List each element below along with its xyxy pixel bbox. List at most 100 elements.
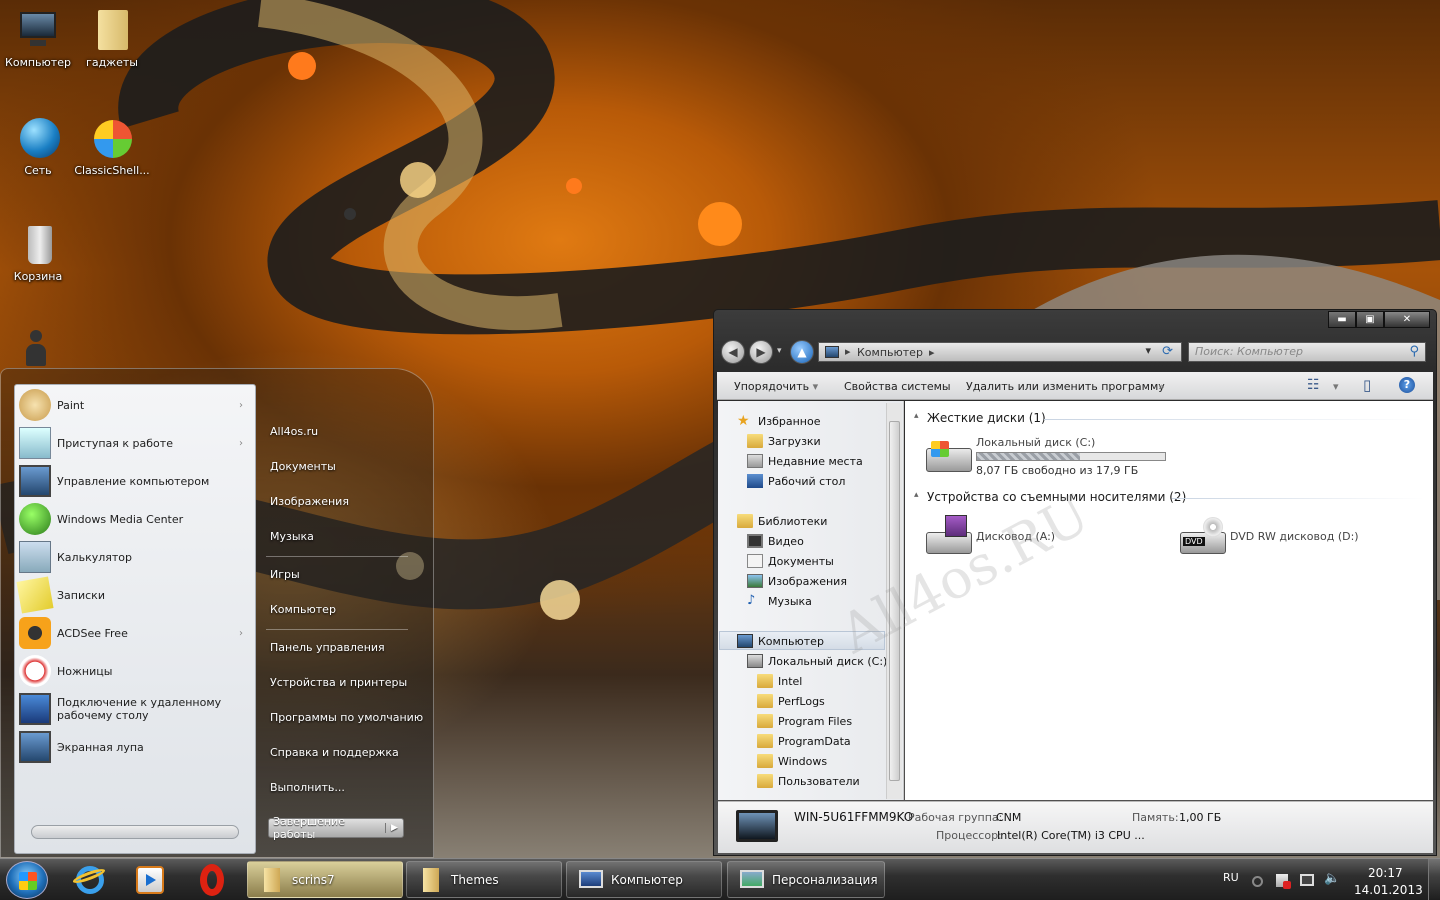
place-run[interactable]: Выполнить...: [270, 781, 345, 794]
place-games[interactable]: Игры: [270, 568, 300, 581]
place-devices-printers[interactable]: Устройства и принтеры: [270, 676, 407, 689]
taskbar-button-scrins7[interactable]: scrins7: [247, 861, 403, 898]
help-icon[interactable]: ?: [1399, 377, 1415, 393]
place-music[interactable]: Музыка: [270, 530, 314, 543]
search-input[interactable]: Поиск: Компьютер ⚲: [1188, 342, 1426, 362]
shutdown-button[interactable]: Завершение работы ▶: [268, 815, 404, 841]
place-documents[interactable]: Документы: [270, 460, 336, 473]
preview-pane-icon[interactable]: ▯: [1363, 376, 1371, 394]
nav-folder-users[interactable]: Пользователи: [757, 774, 860, 788]
shutdown-options-arrow-icon[interactable]: ▶: [385, 823, 403, 833]
volume-icon[interactable]: 🔈: [1324, 871, 1340, 886]
nav-label: Музыка: [768, 594, 812, 608]
forward-button[interactable]: ▶: [749, 340, 773, 364]
place-help-support[interactable]: Справка и поддержка: [270, 746, 399, 759]
nav-documents[interactable]: Документы: [747, 554, 834, 568]
acdsee-icon: [19, 617, 51, 649]
drive-c[interactable]: Локальный диск (C:) 8,07 ГБ свободно из …: [922, 436, 1182, 480]
refresh-icon[interactable]: ⟳: [1162, 344, 1173, 359]
breadcrumb-separator-icon[interactable]: ▸: [929, 346, 935, 359]
place-default-programs[interactable]: Программы по умолчанию: [270, 711, 423, 724]
place-control-panel[interactable]: Панель управления: [270, 641, 385, 654]
nav-libraries[interactable]: Библиотеки: [737, 514, 827, 528]
nav-folder-windows[interactable]: Windows: [757, 754, 827, 768]
pictures-library-icon: [747, 574, 763, 588]
clock-date[interactable]: 14.01.2013: [1354, 883, 1423, 897]
desktop-icon-classicshell[interactable]: ClassicShell...: [74, 116, 150, 177]
nav-pictures[interactable]: Изображения: [747, 574, 847, 588]
taskbar-button-personalization[interactable]: Персонализация: [727, 861, 885, 898]
nav-desktop[interactable]: Рабочий стол: [747, 474, 845, 488]
back-button[interactable]: ◀: [721, 340, 745, 364]
dvd-drive-icon: DVD: [1180, 517, 1226, 554]
up-button[interactable]: ▲: [790, 340, 814, 364]
minimize-button[interactable]: ▬: [1328, 311, 1356, 328]
drive-icon: [747, 654, 763, 668]
language-indicator[interactable]: RU: [1223, 871, 1239, 884]
nav-folder-intel[interactable]: Intel: [757, 674, 802, 688]
program-label: Подключение к удаленному рабочему столу: [57, 696, 222, 722]
program-magnifier[interactable]: Экранная лупа: [19, 729, 251, 765]
views-icon[interactable]: ☷: [1307, 377, 1320, 393]
maximize-button[interactable]: ▣: [1356, 311, 1384, 328]
views-dropdown-icon[interactable]: ▾: [1333, 380, 1339, 393]
nav-folder-perflogs[interactable]: PerfLogs: [757, 694, 825, 708]
place-pictures[interactable]: Изображения: [270, 495, 349, 508]
close-button[interactable]: ✕: [1384, 311, 1430, 328]
more-commands-button[interactable]: »: [1158, 380, 1165, 393]
search-icon[interactable]: ⚲: [1409, 343, 1419, 361]
desktop-icon-network[interactable]: Сеть: [0, 116, 76, 177]
nav-downloads[interactable]: Загрузки: [747, 434, 821, 448]
action-center-icon[interactable]: [1252, 876, 1263, 887]
clock-time[interactable]: 20:17: [1368, 866, 1403, 880]
memory-label: Память:: [1132, 811, 1179, 824]
nav-folder-programdata[interactable]: ProgramData: [757, 734, 851, 748]
folder-icon: [757, 774, 773, 788]
programs-scrollbar[interactable]: [31, 825, 239, 839]
network-icon[interactable]: [1300, 874, 1314, 886]
place-computer[interactable]: Компьютер: [270, 603, 336, 616]
program-computer-management[interactable]: Управление компьютером: [19, 463, 251, 499]
flag-icon[interactable]: [1276, 874, 1291, 889]
program-remote-desktop[interactable]: Подключение к удаленному рабочему столу: [19, 691, 251, 727]
breadcrumb-computer[interactable]: Компьютер: [857, 346, 923, 359]
uninstall-program-button[interactable]: Удалить или изменить программу: [966, 380, 1165, 393]
program-acdsee[interactable]: ACDSee Free ›: [19, 615, 251, 651]
desktop-icon-computer[interactable]: Компьютер: [0, 8, 76, 69]
program-calculator[interactable]: Калькулятор: [19, 539, 251, 575]
program-sticky-notes[interactable]: Записки: [16, 576, 251, 614]
drive-d[interactable]: DVD DVD RW дисковод (D:): [1176, 514, 1376, 560]
program-getting-started[interactable]: Приступая к работе ›: [19, 425, 251, 461]
nav-label: ProgramData: [778, 734, 851, 748]
taskbar-button-computer[interactable]: Компьютер: [566, 861, 722, 898]
start-button[interactable]: [6, 861, 48, 899]
place-all4os[interactable]: All4os.ru: [270, 425, 318, 438]
nav-label: Видео: [768, 534, 804, 548]
opera-icon[interactable]: [194, 862, 228, 896]
nav-computer[interactable]: Компьютер: [737, 634, 824, 648]
nav-label: Windows: [778, 754, 828, 768]
nav-recent-places[interactable]: Недавние места: [747, 454, 863, 468]
nav-videos[interactable]: Видео: [747, 534, 804, 548]
taskbar-button-themes[interactable]: Themes: [406, 861, 562, 898]
address-bar[interactable]: ▸ Компьютер ▸ ▾ ⟳: [818, 342, 1182, 362]
program-media-center[interactable]: Windows Media Center: [19, 501, 251, 537]
address-dropdown-icon[interactable]: ▾: [1145, 344, 1151, 357]
nav-favorites[interactable]: ★ Избранное: [737, 414, 820, 428]
computer-name: WIN-5U61FFMM9KO: [794, 810, 914, 824]
windows-media-center-icon: [19, 503, 51, 535]
media-player-icon[interactable]: [132, 862, 166, 896]
internet-explorer-icon[interactable]: [71, 862, 107, 896]
history-dropdown-icon[interactable]: ▾: [777, 346, 782, 356]
show-desktop-button[interactable]: [1428, 859, 1440, 900]
program-snipping-tool[interactable]: Ножницы: [19, 653, 251, 689]
nav-folder-program-files[interactable]: Program Files: [757, 714, 852, 728]
nav-music[interactable]: ♪ Музыка: [747, 594, 812, 608]
group-hard-disks[interactable]: Жесткие диски (1): [927, 411, 1046, 425]
system-properties-button[interactable]: Свойства системы: [844, 380, 951, 393]
desktop-icon-gadgets[interactable]: гаджеты: [74, 8, 150, 69]
organize-button[interactable]: Упорядочить ▾: [734, 380, 818, 393]
nav-label: Библиотеки: [758, 514, 828, 528]
program-paint[interactable]: Paint ›: [19, 387, 251, 423]
desktop-icon-recycle-bin[interactable]: Корзина: [0, 222, 76, 283]
